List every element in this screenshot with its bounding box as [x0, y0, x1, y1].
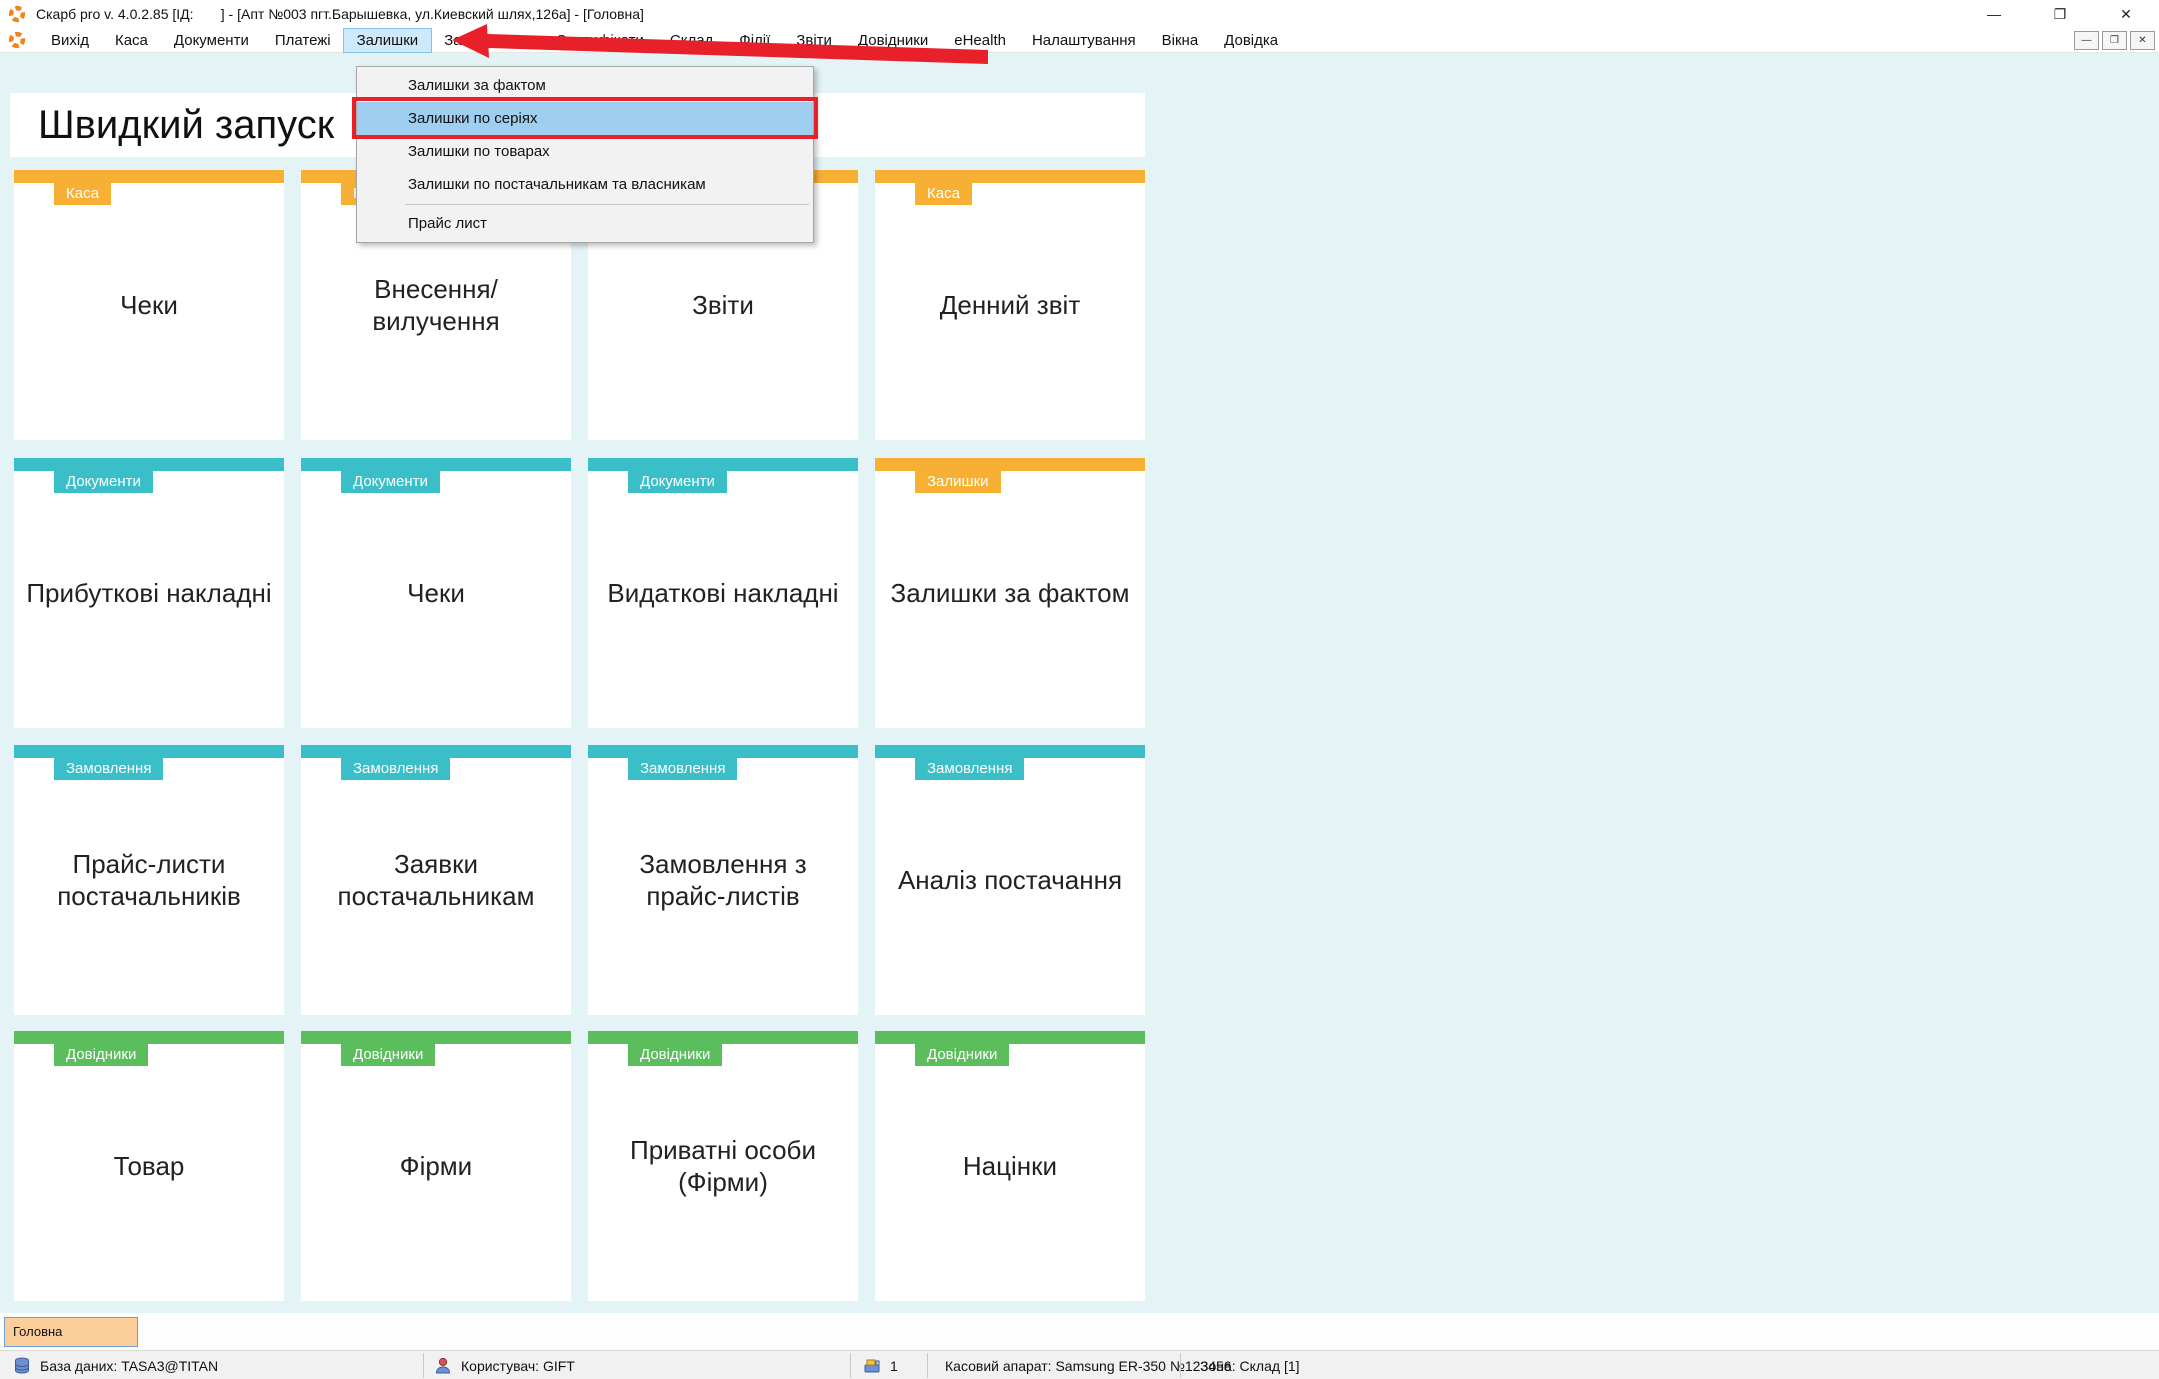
tile-zamovlennia-z-prais-lystiv[interactable]: Замовлення Замовлення з прайс-листів	[588, 745, 858, 1015]
tile-label: Залишки за фактом	[875, 458, 1145, 728]
status-divider	[850, 1353, 851, 1378]
app-window: Скарб pro v. 4.0.2.85 [ІД: ] - [Апт №003…	[0, 0, 2159, 1379]
tile-vydatkovi-nakladni[interactable]: Документи Видаткові накладні	[588, 458, 858, 728]
menu-item-dovidnyky[interactable]: Довідники	[845, 29, 941, 52]
tile-analiz-postachannia[interactable]: Замовлення Аналіз постачання	[875, 745, 1145, 1015]
cash-register-icon	[862, 1356, 882, 1376]
dropdown-separator	[357, 201, 813, 207]
status-divider	[423, 1353, 424, 1378]
app-logo-icon-small	[8, 31, 26, 49]
tile-cheky-kasa[interactable]: Каса Чеки	[14, 170, 284, 440]
tab-holovna[interactable]: Головна	[4, 1317, 138, 1347]
menu-item-zamovlennia[interactable]: Замовлення	[431, 29, 542, 52]
menu-item-sertyfikaty[interactable]: Сертифікати	[543, 29, 657, 52]
minimize-button[interactable]: —	[1961, 0, 2027, 28]
tile-label: Прибуткові накладні	[14, 458, 284, 728]
window-title: Скарб pro v. 4.0.2.85 [ІД: ] - [Апт №003…	[36, 6, 644, 22]
status-user-text: Користувач: GIFT	[461, 1358, 575, 1374]
menu-item-dovidka[interactable]: Довідка	[1211, 29, 1291, 52]
annotation-highlight-box	[352, 97, 818, 139]
status-database-segment: База даних: TASA3@TITAN	[12, 1351, 218, 1379]
menu-item-vikna[interactable]: Вікна	[1149, 29, 1212, 52]
menu-bar: Вихід Каса Документи Платежі Залишки Зам…	[0, 28, 2159, 53]
menu-item-zalyshky[interactable]: Залишки	[344, 29, 432, 52]
tile-label: Денний звіт	[875, 170, 1145, 440]
zalyshky-dropdown-menu: Залишки за фактом Залишки по серіях Зали…	[356, 66, 814, 243]
page-title: Швидкий запуск	[38, 93, 334, 157]
menu-item-ehealth[interactable]: eHealth	[941, 29, 1019, 52]
status-divider	[1180, 1353, 1181, 1378]
tile-label: Замовлення з прайс-листів	[588, 745, 858, 1015]
status-divider	[927, 1353, 928, 1378]
main-content: Швидкий запуск Каса Чеки Каса Внесення/в…	[0, 53, 2159, 1313]
status-device-count: 1	[890, 1358, 898, 1374]
tile-label: Видаткові накладні	[588, 458, 858, 728]
tile-label: Товар	[14, 1031, 284, 1301]
status-user-segment: Користувач: GIFT	[433, 1351, 575, 1379]
status-zone-text: Зона: Склад [1]	[1200, 1358, 1300, 1374]
mdi-window-controls: — ❐ ✕	[2074, 31, 2155, 50]
tile-prais-lysty-postachalnykiv[interactable]: Замовлення Прайс-листи постачальників	[14, 745, 284, 1015]
tile-zaiavky-postachalnykam[interactable]: Замовлення Заявки постачальникам	[301, 745, 571, 1015]
mdi-minimize-button[interactable]: —	[2074, 31, 2099, 50]
database-icon	[12, 1356, 32, 1376]
tile-prybutkovi-nakladni[interactable]: Документи Прибуткові накладні	[14, 458, 284, 728]
tile-label: Приватні особи (Фірми)	[588, 1031, 858, 1301]
tile-natsinky[interactable]: Довідники Націнки	[875, 1031, 1145, 1301]
menu-item-filii[interactable]: Філії	[726, 29, 783, 52]
app-logo-icon	[8, 5, 26, 23]
status-cash-register-segment: Касовий апарат: Samsung ER-350 №123456	[945, 1351, 1232, 1379]
user-icon	[433, 1356, 453, 1376]
tile-label: Націнки	[875, 1031, 1145, 1301]
status-bar: База даних: TASA3@TITAN Користувач: GIFT…	[0, 1350, 2159, 1379]
menu-item-sklad[interactable]: Склад	[657, 29, 726, 52]
window-controls: — ❐ ✕	[1961, 0, 2159, 28]
maximize-button[interactable]: ❐	[2027, 0, 2093, 28]
tile-dennyi-zvit[interactable]: Каса Денний звіт	[875, 170, 1145, 440]
dropdown-item-prais-lyst[interactable]: Прайс лист	[357, 207, 813, 240]
menu-item-vykhid[interactable]: Вихід	[38, 29, 102, 52]
dropdown-item-zalyshky-po-tovarakh[interactable]: Залишки по товарах	[357, 135, 813, 168]
tile-label: Заявки постачальникам	[301, 745, 571, 1015]
tab-bar: Головна	[0, 1313, 2159, 1350]
mdi-close-button[interactable]: ✕	[2130, 31, 2155, 50]
tile-tovar[interactable]: Довідники Товар	[14, 1031, 284, 1301]
dropdown-item-zalyshky-po-postachalnykam[interactable]: Залишки по постачальникам та власникам	[357, 168, 813, 201]
tile-cheky-dokumenty[interactable]: Документи Чеки	[301, 458, 571, 728]
status-database-text: База даних: TASA3@TITAN	[40, 1358, 218, 1374]
menu-item-dokumenty[interactable]: Документи	[161, 29, 262, 52]
tile-label: Чеки	[301, 458, 571, 728]
tile-label: Фірми	[301, 1031, 571, 1301]
mdi-restore-button[interactable]: ❐	[2102, 31, 2127, 50]
title-bar: Скарб pro v. 4.0.2.85 [ІД: ] - [Апт №003…	[0, 0, 2159, 28]
close-button[interactable]: ✕	[2093, 0, 2159, 28]
menu-item-platezhi[interactable]: Платежі	[262, 29, 344, 52]
menu-item-zvity[interactable]: Звіти	[783, 29, 845, 52]
tile-pryvatni-osoby[interactable]: Довідники Приватні особи (Фірми)	[588, 1031, 858, 1301]
menu-item-nalashtuvannia[interactable]: Налаштування	[1019, 29, 1149, 52]
tile-zalyshky-za-faktom[interactable]: Залишки Залишки за фактом	[875, 458, 1145, 728]
status-device-segment: 1	[862, 1351, 898, 1379]
tile-firmy[interactable]: Довідники Фірми	[301, 1031, 571, 1301]
menu-item-kasa[interactable]: Каса	[102, 29, 161, 52]
status-zone-segment: Зона: Склад [1]	[1200, 1351, 1300, 1379]
tile-label: Аналіз постачання	[875, 745, 1145, 1015]
status-cash-register-text: Касовий апарат: Samsung ER-350 №123456	[945, 1358, 1232, 1374]
tile-label: Прайс-листи постачальників	[14, 745, 284, 1015]
tile-label: Чеки	[14, 170, 284, 440]
